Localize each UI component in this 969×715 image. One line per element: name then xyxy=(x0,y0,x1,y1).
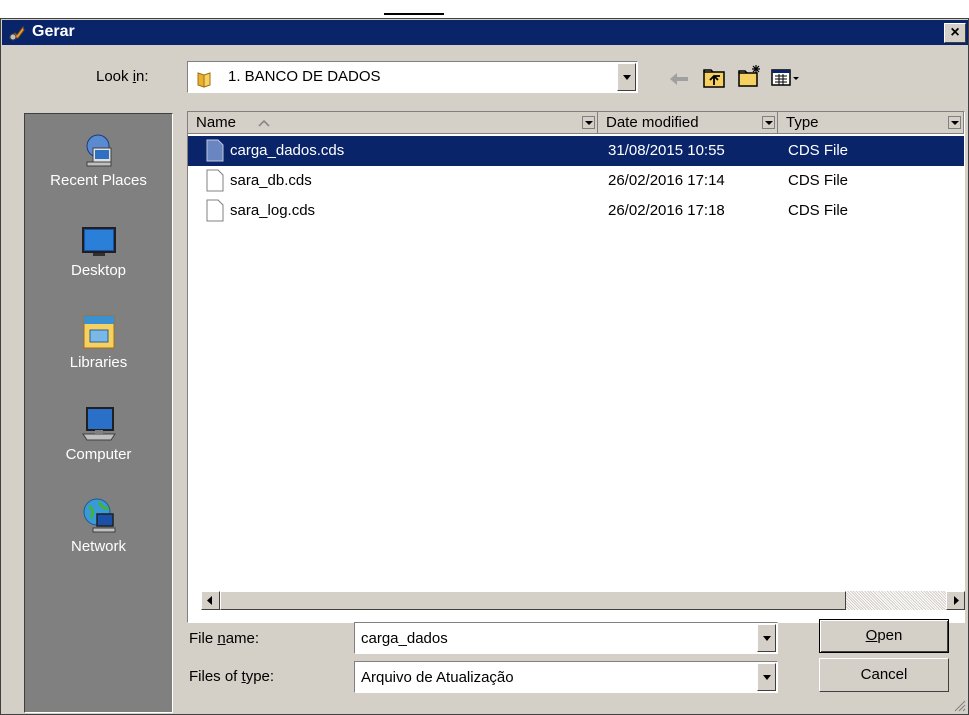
look-in-combo[interactable]: 1. BANCO DE DADOS xyxy=(187,61,638,93)
computer-icon xyxy=(81,407,116,441)
place-desktop[interactable]: Desktop xyxy=(25,224,172,279)
file-name-label: File name: xyxy=(189,630,259,647)
place-label: Desktop xyxy=(70,262,127,279)
resize-grip-icon[interactable] xyxy=(952,698,966,712)
title-bar: Gerar × xyxy=(2,20,968,45)
horizontal-scrollbar[interactable] xyxy=(201,591,965,610)
file-name-label-pre: File xyxy=(189,630,218,647)
file-type-value: Arquivo de Atualização xyxy=(361,669,514,686)
open-button[interactable]: Open xyxy=(819,619,949,653)
places-bar: Recent Places Desktop Libraries Computer… xyxy=(24,113,173,713)
file-name-label-key: n xyxy=(217,630,226,647)
open-button-key: O xyxy=(865,627,878,644)
date-filter-dropdown[interactable] xyxy=(762,116,775,129)
close-button[interactable]: × xyxy=(944,23,966,43)
file-type-dropdown-button[interactable] xyxy=(757,663,776,691)
window-title: Gerar xyxy=(32,23,75,40)
scroll-right-icon xyxy=(954,596,959,605)
file-row[interactable]: sara_db.cds 26/02/2016 17:14 CDS File xyxy=(188,166,964,196)
file-icon xyxy=(206,169,224,192)
file-type: CDS File xyxy=(788,142,849,159)
scroll-right-button[interactable] xyxy=(946,591,965,610)
file-name-value: carga_dados xyxy=(361,630,448,647)
place-label: Network xyxy=(70,538,126,555)
file-row[interactable]: sara_log.cds 26/02/2016 17:18 CDS File xyxy=(188,196,964,226)
place-label: Recent Places xyxy=(50,172,147,189)
scroll-left-button[interactable] xyxy=(201,591,220,610)
place-label: Computer xyxy=(65,446,132,463)
libraries-icon xyxy=(83,315,114,349)
scroll-track[interactable] xyxy=(846,591,946,610)
open-button-rest: pen xyxy=(877,627,903,644)
look-in-label: Look in: xyxy=(96,68,149,85)
file-date: 26/02/2016 17:14 xyxy=(608,172,725,189)
name-filter-dropdown[interactable] xyxy=(582,116,595,129)
file-name: sara_log.cds xyxy=(230,202,316,219)
column-header-name[interactable]: Name xyxy=(188,112,598,134)
recent-places-icon xyxy=(86,134,111,167)
look-in-value: 1. BANCO DE DADOS xyxy=(228,68,381,85)
column-name-label: Name xyxy=(196,114,237,131)
place-network[interactable]: Network xyxy=(25,496,172,555)
network-icon xyxy=(83,498,115,533)
place-computer[interactable]: Computer xyxy=(25,404,172,463)
scroll-left-icon xyxy=(207,596,212,605)
file-name-label-post: ame: xyxy=(225,630,260,647)
type-filter-dropdown[interactable] xyxy=(948,116,961,129)
back-arrow-icon[interactable] xyxy=(668,70,690,88)
up-folder-icon[interactable] xyxy=(702,67,726,89)
file-name: sara_db.cds xyxy=(230,172,312,189)
cancel-button[interactable]: Cancel xyxy=(819,658,949,692)
file-date: 31/08/2015 10:55 xyxy=(608,142,725,159)
file-name-combo[interactable]: carga_dados xyxy=(354,622,778,654)
file-name: carga_dados.cds xyxy=(230,142,345,159)
column-date-label: Date modified xyxy=(606,114,699,131)
app-icon xyxy=(8,25,25,41)
file-type: CDS File xyxy=(788,172,849,189)
new-folder-icon[interactable] xyxy=(737,63,763,89)
file-type-label-post: ype: xyxy=(245,668,275,685)
open-file-dialog: Gerar × Look in: 1. BANCO DE DADOS Recen… xyxy=(0,18,969,715)
desktop-icon xyxy=(81,227,116,256)
look-in-label-post: n: xyxy=(136,68,149,85)
look-in-label-pre: Look xyxy=(96,68,133,85)
column-header-date[interactable]: Date modified xyxy=(598,112,778,134)
look-in-dropdown-button[interactable] xyxy=(617,63,636,91)
file-icon xyxy=(206,139,224,162)
file-type-combo[interactable]: Arquivo de Atualização xyxy=(354,661,778,693)
views-menu-icon[interactable] xyxy=(771,68,801,88)
sort-ascending-icon xyxy=(258,119,270,127)
place-libraries[interactable]: Libraries xyxy=(25,312,172,371)
folder-icon xyxy=(197,72,211,88)
file-list[interactable]: Name Date modified Type carga_dados.cds … xyxy=(187,111,965,623)
place-label: Libraries xyxy=(69,354,128,371)
file-type-label-pre: Files of xyxy=(189,668,242,685)
scroll-thumb[interactable] xyxy=(220,591,846,610)
close-icon: × xyxy=(950,24,960,41)
column-header-type[interactable]: Type xyxy=(778,112,964,134)
file-name-dropdown-button[interactable] xyxy=(757,624,776,652)
file-icon xyxy=(206,199,224,222)
cancel-button-label: Cancel xyxy=(860,666,908,683)
file-row[interactable]: carga_dados.cds 31/08/2015 10:55 CDS Fil… xyxy=(188,136,964,166)
background-strip xyxy=(0,0,969,18)
file-type: CDS File xyxy=(788,202,849,219)
background-dash xyxy=(384,13,444,15)
place-recent-places[interactable]: Recent Places xyxy=(25,132,172,189)
file-date: 26/02/2016 17:18 xyxy=(608,202,725,219)
column-type-label: Type xyxy=(786,114,819,131)
file-type-label: Files of type: xyxy=(189,668,274,685)
